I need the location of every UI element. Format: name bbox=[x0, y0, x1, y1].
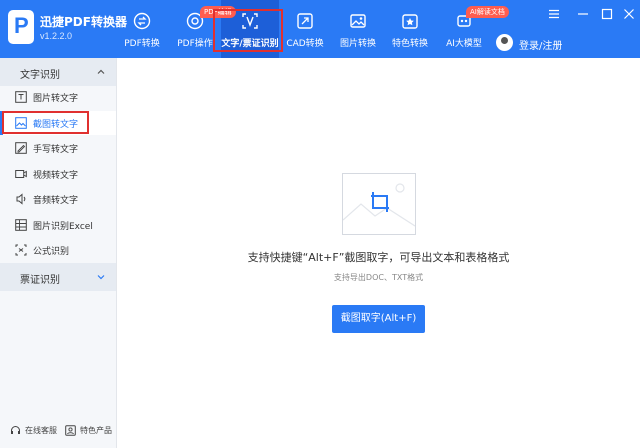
close-icon[interactable] bbox=[623, 8, 635, 20]
menu-icon[interactable] bbox=[548, 8, 560, 20]
video-icon bbox=[15, 170, 27, 178]
nav-cad-convert[interactable]: CAD转换 bbox=[282, 0, 328, 58]
feature-convert-icon bbox=[402, 14, 418, 29]
sidebar-item-image-to-excel[interactable]: 图片识别Excel bbox=[0, 213, 116, 237]
chevron-down-icon bbox=[97, 275, 105, 280]
top-bar: P 迅捷PDF转换器 v1.2.2.0 PDF转换 PDF操作 文字/票证识别 … bbox=[0, 0, 640, 58]
nav-pdf-convert[interactable]: PDF转换 bbox=[117, 0, 167, 58]
app-version: v1.2.2.0 bbox=[40, 31, 73, 41]
online-service-label: 在线客服 bbox=[25, 426, 57, 435]
pdf-convert-icon bbox=[133, 12, 151, 30]
app-title: 迅捷PDF转换器 bbox=[40, 15, 127, 29]
minimize-icon[interactable] bbox=[577, 8, 589, 20]
screenshot-placeholder-image bbox=[342, 173, 416, 235]
group-text-recognition[interactable]: 文字识别 bbox=[0, 58, 116, 86]
app-logo: P bbox=[8, 10, 34, 44]
group-ticket-recognition[interactable]: 票证识别 bbox=[0, 263, 116, 291]
nav-label: AI大模型 bbox=[446, 39, 482, 49]
nav-label: PDF转换 bbox=[124, 39, 160, 49]
sidebar-item-label: 视频转文字 bbox=[33, 171, 79, 181]
sidebar-item-label: 图片识别Excel bbox=[33, 222, 93, 232]
handwriting-icon bbox=[15, 142, 27, 154]
maximize-icon[interactable] bbox=[601, 8, 613, 20]
sidebar-item-image-to-text[interactable]: 图片转文字 bbox=[0, 85, 116, 109]
group-label: 文字识别 bbox=[20, 70, 60, 81]
highlight-outline bbox=[213, 9, 283, 52]
formula-icon bbox=[15, 244, 27, 256]
sidebar-item-handwriting-to-text[interactable]: 手写转文字 bbox=[0, 136, 116, 160]
badge-ai-doc: AI解读文档 bbox=[466, 6, 509, 18]
sidebar-item-video-to-text[interactable]: 视频转文字 bbox=[0, 162, 116, 186]
product-icon bbox=[65, 425, 76, 436]
cad-convert-icon bbox=[297, 13, 313, 29]
crop-icon bbox=[342, 183, 416, 227]
audio-icon bbox=[16, 193, 26, 205]
sidebar-item-label: 公式识别 bbox=[33, 247, 70, 257]
nav-image-convert[interactable]: 图片转换 bbox=[334, 0, 382, 58]
featured-products-label: 特色产品 bbox=[80, 426, 112, 435]
sidebar-item-label: 手写转文字 bbox=[33, 145, 79, 155]
image-convert-icon bbox=[350, 14, 366, 28]
sidebar-item-audio-to-text[interactable]: 音频转文字 bbox=[0, 187, 116, 211]
main-instruction: 支持快捷键“Alt+F”截图取字，可导出文本和表格格式 bbox=[247, 251, 510, 264]
nav-label: 特色转换 bbox=[391, 39, 428, 49]
group-label: 票证识别 bbox=[20, 275, 60, 286]
sidebar-item-label: 图片转文字 bbox=[33, 94, 79, 104]
sidebar-item-label: 音频转文字 bbox=[33, 196, 79, 206]
nav-label: CAD转换 bbox=[286, 39, 324, 49]
chevron-up-icon bbox=[97, 69, 105, 74]
nav-feature-convert[interactable]: 特色转换 bbox=[386, 0, 434, 58]
capture-text-button[interactable]: 截图取字(Alt+F) bbox=[332, 305, 425, 333]
login-register-link[interactable]: 登录/注册 bbox=[519, 37, 562, 52]
app-window: P 迅捷PDF转换器 v1.2.2.0 PDF转换 PDF操作 文字/票证识别 … bbox=[0, 0, 640, 448]
export-format-note: 支持导出DOC、TXT格式 bbox=[333, 273, 424, 282]
text-box-icon bbox=[15, 91, 27, 103]
excel-icon bbox=[15, 219, 27, 231]
nav-label: 图片转换 bbox=[339, 39, 376, 49]
highlight-outline bbox=[2, 111, 89, 134]
sidebar-item-formula[interactable]: 公式识别 bbox=[0, 238, 116, 262]
avatar bbox=[496, 34, 513, 51]
headset-icon bbox=[11, 426, 20, 434]
